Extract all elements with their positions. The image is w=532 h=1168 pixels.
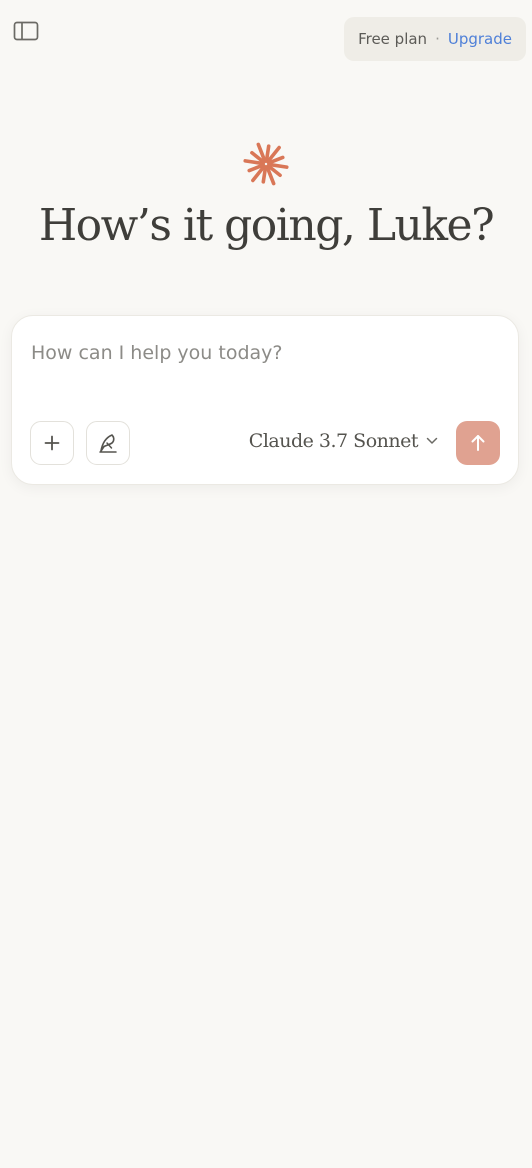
model-name: Claude 3.7 Sonnet (248, 430, 419, 452)
arrow-up-icon (471, 435, 485, 451)
sidebar-panel-icon (13, 21, 39, 41)
starburst-icon (243, 142, 289, 186)
chevron-down-icon (426, 437, 438, 444)
model-selector[interactable]: Claude 3.7 Sonnet (249, 430, 438, 452)
sidebar-toggle-button[interactable] (8, 14, 44, 48)
writing-style-button[interactable] (86, 421, 130, 465)
prompt-input[interactable] (31, 338, 491, 368)
pen-nib-icon (99, 434, 117, 453)
plan-label: Free plan (358, 30, 428, 48)
plan-badge: Free plan · Upgrade (344, 17, 526, 61)
chat-composer: Claude 3.7 Sonnet (11, 315, 519, 485)
add-attachment-button[interactable] (30, 421, 74, 465)
send-button[interactable] (456, 421, 500, 465)
upgrade-link[interactable]: Upgrade (448, 30, 512, 48)
plan-separator: · (435, 30, 440, 48)
plus-icon (44, 435, 60, 451)
app-page: Free plan · Upgrade How’s it going, Luke… (0, 0, 532, 1168)
greeting-heading: How’s it going, Luke? (38, 200, 495, 251)
